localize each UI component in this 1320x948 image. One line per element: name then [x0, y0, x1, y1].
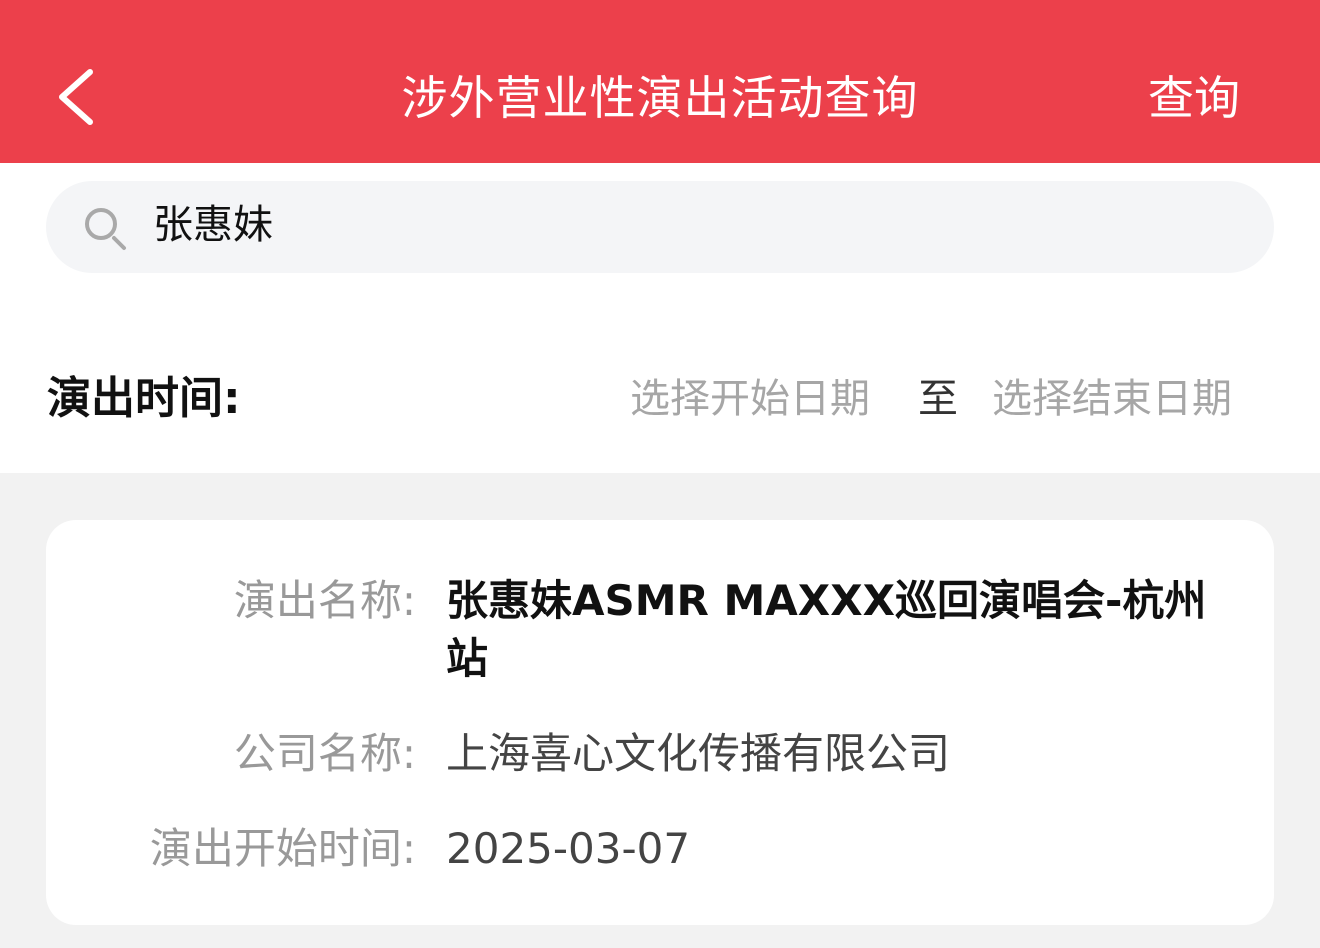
page-title: 涉外营业性演出活动查询: [401, 71, 919, 125]
search-input[interactable]: [153, 203, 1233, 247]
date-range-separator: 至: [918, 376, 958, 422]
company-name-value: 上海喜心文化传播有限公司: [446, 729, 951, 778]
search-box[interactable]: [46, 181, 1274, 273]
start-time-label: 演出开始时间:: [149, 824, 416, 873]
start-date-picker[interactable]: 选择开始日期: [630, 369, 870, 429]
search-icon: [85, 208, 126, 250]
performance-name-value: 张惠妹ASMR MAXXX巡回演唱会-杭州站: [446, 576, 1207, 683]
header-bar: 涉外营业性演出活动查询 查询: [0, 0, 1320, 163]
performance-name-label: 演出名称:: [233, 576, 416, 625]
performance-time-label: 演出时间:: [47, 373, 241, 424]
result-card[interactable]: 演出名称: 张惠妹ASMR MAXXX巡回演唱会-杭州站 公司名称: 上海喜心文…: [46, 520, 1274, 925]
company-name-label: 公司名称:: [233, 729, 416, 778]
search-filter-panel: 演出时间: 选择开始日期 至 选择结束日期: [0, 163, 1320, 473]
start-time-value: 2025-03-07: [446, 824, 691, 873]
query-button[interactable]: 查询: [1148, 68, 1240, 128]
end-date-picker[interactable]: 选择结束日期: [992, 369, 1232, 429]
